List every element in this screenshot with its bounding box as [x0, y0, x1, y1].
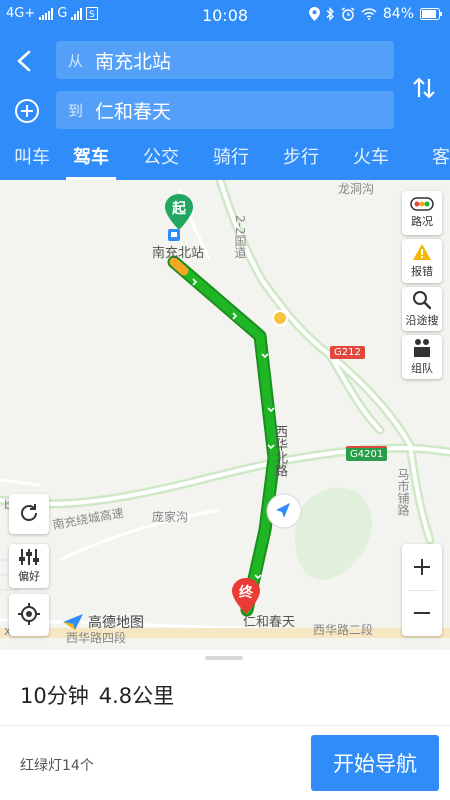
destination-value: 仁和春天 [95, 100, 172, 123]
preference-button[interactable]: 偏好 [9, 544, 49, 588]
wifi-icon [361, 8, 377, 20]
amap-logo: 高德地图 [62, 612, 144, 632]
map-view[interactable]: 龙洞沟 南充北站 2-2国道 西华北路 南充绕城高速 庞家沟 马市铺路 b x … [0, 180, 450, 650]
tab-bus[interactable]: 公交 [126, 142, 196, 180]
map-roads [0, 180, 450, 638]
tab-walk[interactable]: 步行 [266, 142, 336, 180]
crosshair-icon [18, 603, 40, 625]
tab-coach[interactable]: 客 [406, 142, 450, 180]
current-location-icon [266, 493, 302, 529]
back-button[interactable] [10, 44, 40, 78]
zoom-out-button[interactable] [402, 590, 442, 636]
badge-g4201: G4201 [346, 446, 388, 461]
map-label-xihua-north: 西华北路 [272, 425, 287, 477]
map-label-xihua-2: 西华路二段 [313, 623, 374, 637]
route-summary-panel: 10分钟 4.8公里 红绿灯14个 开始导航 [0, 650, 450, 800]
battery-percent: 84% [382, 6, 414, 22]
status-right: 84% [308, 6, 442, 22]
amap-logo-text: 高德地图 [88, 615, 144, 631]
search-along-label: 沿途搜 [405, 314, 439, 327]
map-label-station: 南充北站 [152, 246, 205, 261]
tab-train[interactable]: 火车 [336, 142, 406, 180]
tab-drive[interactable]: 驾车 [56, 142, 126, 180]
traffic-button[interactable]: 路况 [402, 191, 442, 235]
map-label-road-212: 2-2国道 [233, 215, 247, 259]
transport-tabs: 叫车 驾车 公交 骑行 步行 火车 客 [0, 142, 450, 180]
map-label-mashi-road: 马市铺路 [396, 468, 410, 516]
traffic-icon [410, 197, 434, 211]
location-icon [308, 7, 320, 21]
destination-field[interactable]: 到 仁和春天 [56, 91, 394, 129]
route-header: 从 南充北站 到 仁和春天 叫车 驾车 公交 骑行 步行 火车 客 [0, 30, 450, 180]
status-bar: 4G+ G S 10:08 84% [0, 0, 450, 30]
origin-field[interactable]: 从 南充北站 [56, 41, 394, 79]
team-icon [414, 339, 430, 357]
add-waypoint-button[interactable] [12, 96, 42, 126]
route-distance: 4.8公里 [98, 684, 175, 708]
tab-taxi[interactable]: 叫车 [0, 142, 56, 180]
battery-icon [420, 8, 442, 20]
start-pin-label: 起 [172, 201, 186, 217]
map-label-pangjiagou: 庞家沟 [152, 510, 189, 524]
origin-prefix: 从 [68, 51, 84, 70]
warning-icon [413, 244, 431, 260]
team-label: 组队 [411, 362, 433, 375]
zoom-in-button[interactable] [402, 544, 442, 590]
route-duration: 10分钟 [20, 684, 89, 708]
destination-prefix: 到 [68, 101, 84, 120]
search-icon [413, 291, 432, 310]
plus-icon [414, 559, 430, 575]
alarm-icon [341, 7, 355, 21]
route-summary[interactable]: 10分钟 4.8公里 [20, 680, 184, 710]
search-along-button[interactable]: 沿途搜 [402, 287, 442, 331]
report-button[interactable]: 报错 [402, 239, 442, 283]
team-button[interactable]: 组队 [402, 335, 442, 379]
bluetooth-icon [326, 7, 334, 21]
tab-bike[interactable]: 骑行 [196, 142, 266, 180]
start-pin[interactable]: 起 [165, 194, 193, 230]
traffic-label: 路况 [411, 215, 433, 228]
origin-value: 南充北站 [95, 50, 172, 73]
map-label-longdonggou: 龙洞沟 [338, 182, 375, 196]
end-pin[interactable]: 终 [232, 578, 260, 614]
swap-button[interactable] [410, 74, 438, 102]
zoom-control [402, 544, 442, 636]
end-pin-label: 终 [239, 585, 253, 601]
preference-label: 偏好 [18, 570, 40, 583]
sliders-icon [19, 549, 39, 565]
back-arrow-icon [17, 50, 31, 72]
swap-icon [413, 77, 435, 99]
traffic-lights-count: 红绿灯14个 [20, 758, 94, 774]
locate-button[interactable] [9, 594, 49, 636]
screen: 4G+ G S 10:08 84% 从 南充北站 到 仁和春天 叫车 驾车 公交… [0, 0, 450, 800]
badge-g212: G212 [330, 346, 365, 359]
refresh-icon [21, 504, 37, 521]
plus-circle-icon [15, 99, 39, 123]
station-icon [168, 229, 180, 241]
summary-divider [0, 725, 450, 726]
drag-handle[interactable] [205, 656, 243, 660]
minus-icon [414, 612, 430, 614]
amap-logo-icon [63, 614, 83, 630]
start-navigation-button[interactable]: 开始导航 [311, 735, 439, 791]
report-label: 报错 [411, 265, 433, 278]
refresh-button[interactable] [9, 494, 49, 534]
